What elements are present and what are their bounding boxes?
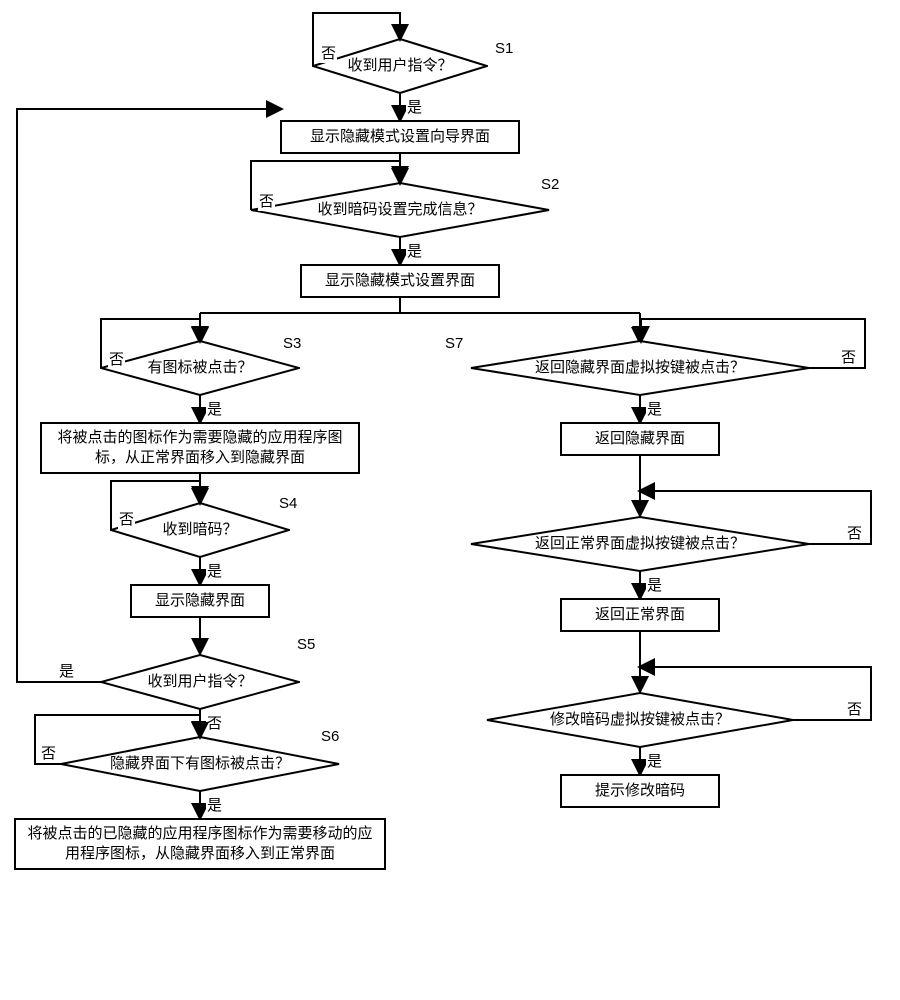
edge-d1-yes-label: 是 (406, 96, 423, 117)
edge-d9-no-label: 否 (846, 698, 863, 719)
edge-d7-no-label: 否 (840, 346, 857, 367)
process-p3: 将被点击的图标作为需要隐藏的应用程序图标，从正常界面移入到隐藏界面 (40, 422, 360, 474)
process-p4-label: 显示隐藏界面 (155, 591, 245, 611)
process-p5-label: 将被点击的已隐藏的应用程序图标作为需要移动的应用程序图标，从隐藏界面移入到正常界… (22, 824, 378, 864)
process-p2: 显示隐藏模式设置界面 (300, 264, 500, 298)
step-tag-s2: S2 (540, 176, 560, 193)
decision-d1: 收到用户指令？ (312, 38, 488, 94)
edge-d2-yes-label: 是 (406, 240, 423, 261)
decision-d9-label: 修改暗码虚拟按键被点击？ (486, 692, 794, 748)
edge-d8-yes-label: 是 (646, 574, 663, 595)
step-tag-s1: S1 (494, 40, 514, 57)
decision-d1-label: 收到用户指令？ (312, 38, 488, 94)
edge-d4-no-label: 否 (118, 508, 135, 529)
edge-d2-no-label: 否 (258, 190, 275, 211)
edge-d6-no-label: 否 (40, 742, 57, 763)
step-tag-s5: S5 (296, 636, 316, 653)
edge-d9-yes-label: 是 (646, 750, 663, 771)
process-p7: 返回正常界面 (560, 598, 720, 632)
edge-d5-no-label: 否 (206, 712, 223, 733)
process-p3-label: 将被点击的图标作为需要隐藏的应用程序图标，从正常界面移入到隐藏界面 (48, 428, 352, 468)
edge-d4-yes-label: 是 (206, 560, 223, 581)
decision-d9: 修改暗码虚拟按键被点击？ (486, 692, 794, 748)
process-p6: 返回隐藏界面 (560, 422, 720, 456)
decision-d3-label: 有图标被点击？ (100, 340, 300, 396)
process-p1-label: 显示隐藏模式设置向导界面 (310, 127, 490, 147)
decision-d2-label: 收到暗码设置完成信息？ (250, 182, 550, 238)
edge-p6-d8 (635, 455, 647, 517)
decision-d3: 有图标被点击？ (100, 340, 300, 396)
edge-p2-branch (197, 297, 643, 345)
edge-p4-d5 (195, 617, 207, 655)
edge-d5-yes-label: 是 (58, 660, 75, 681)
process-p2-label: 显示隐藏模式设置界面 (325, 271, 475, 291)
process-p8-label: 提示修改暗码 (595, 781, 685, 801)
step-tag-s4: S4 (278, 495, 298, 512)
edge-d3-no-label: 否 (108, 348, 125, 369)
edge-d1-no-label: 否 (320, 42, 337, 63)
edge-d7-yes-label: 是 (646, 398, 663, 419)
decision-d2: 收到暗码设置完成信息？ (250, 182, 550, 238)
decision-d8: 返回正常界面虚拟按键被点击？ (470, 516, 810, 572)
edge-p1-d2 (395, 153, 407, 183)
decision-d5: 收到用户指令？ (100, 654, 300, 710)
step-tag-s6: S6 (320, 728, 340, 745)
edge-p7-d9 (635, 631, 647, 693)
step-tag-s3: S3 (282, 335, 302, 352)
decision-d7: 返回隐藏界面虚拟按键被点击？ (470, 340, 810, 396)
process-p6-label: 返回隐藏界面 (595, 429, 685, 449)
decision-d4: 收到暗码？ (110, 502, 290, 558)
process-p7-label: 返回正常界面 (595, 605, 685, 625)
process-p5: 将被点击的已隐藏的应用程序图标作为需要移动的应用程序图标，从隐藏界面移入到正常界… (14, 818, 386, 870)
step-tag-s7: S7 (444, 335, 464, 352)
process-p1: 显示隐藏模式设置向导界面 (280, 120, 520, 154)
decision-d4-label: 收到暗码？ (110, 502, 290, 558)
decision-d7-label: 返回隐藏界面虚拟按键被点击？ (470, 340, 810, 396)
edge-d8-no-label: 否 (846, 522, 863, 543)
decision-d5-label: 收到用户指令？ (100, 654, 300, 710)
edge-d6-yes-label: 是 (206, 794, 223, 815)
edge-p3-d4 (195, 473, 207, 503)
decision-d8-label: 返回正常界面虚拟按键被点击？ (470, 516, 810, 572)
decision-d6-label: 隐藏界面下有图标被点击？ (60, 736, 340, 792)
process-p4: 显示隐藏界面 (130, 584, 270, 618)
edge-d3-yes-label: 是 (206, 398, 223, 419)
decision-d6: 隐藏界面下有图标被点击？ (60, 736, 340, 792)
process-p8: 提示修改暗码 (560, 774, 720, 808)
